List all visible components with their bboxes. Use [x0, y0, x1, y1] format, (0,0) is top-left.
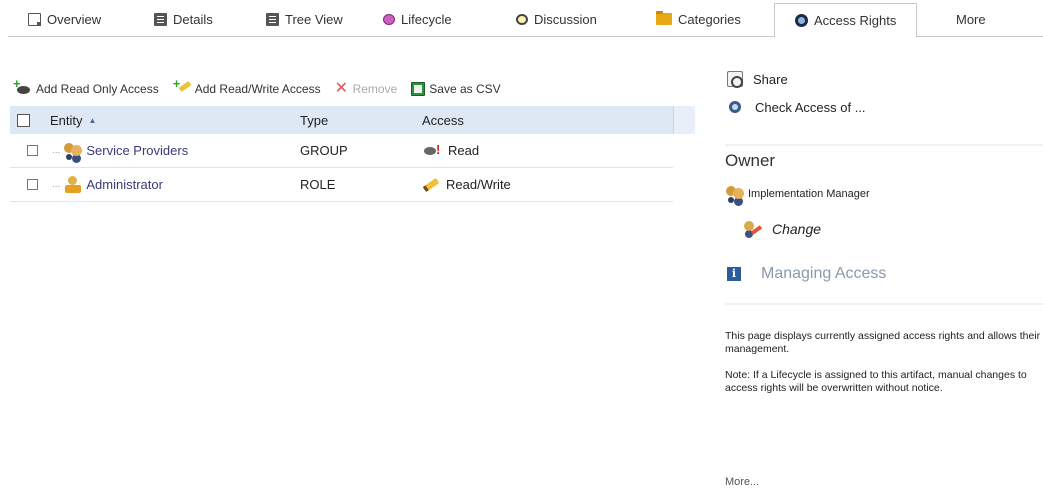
entity-link[interactable]: Service Providers [86, 143, 188, 158]
change-owner-link[interactable]: Change [742, 220, 821, 238]
edit-person-icon [742, 220, 762, 238]
info-icon: i [727, 267, 741, 281]
tab-lifecycle[interactable]: Lifecycle [383, 0, 452, 37]
divider [725, 144, 1043, 146]
remove-button[interactable]: ✕ Remove [334, 80, 398, 97]
row-checkbox-cell [10, 179, 54, 190]
row-ellipsis: ... [52, 179, 61, 190]
tab-discussion[interactable]: Discussion [516, 0, 597, 37]
group-icon [725, 185, 745, 203]
discussion-icon [516, 13, 528, 25]
button-label: Remove [352, 82, 398, 96]
table-row[interactable]: ... Administrator ROLE Read/Write [10, 168, 673, 202]
add-read-icon [13, 76, 32, 96]
type-column-header[interactable]: Type [300, 113, 422, 128]
add-read-only-access-button[interactable]: Add Read Only Access [13, 76, 159, 96]
remove-x-icon: ✕ [334, 80, 348, 97]
button-label: Add Read Only Access [36, 82, 159, 96]
tab-label: Lifecycle [401, 11, 452, 27]
button-label: Save as CSV [429, 82, 501, 96]
link-label: Change [772, 221, 822, 237]
column-label: Entity [50, 112, 83, 128]
owner-entry[interactable]: Implementation Manager [725, 185, 870, 203]
pencil-icon [422, 177, 440, 193]
type-cell: ROLE [300, 177, 336, 192]
shield-icon [795, 14, 808, 27]
row-checkbox-cell [10, 145, 54, 156]
check-access-icon [727, 99, 745, 115]
tree-view-icon [266, 12, 279, 26]
help-text: This page displays currently assigned ac… [725, 330, 1043, 408]
tab-access-rights[interactable]: Access Rights [774, 3, 918, 38]
access-label: Read/Write [446, 177, 511, 192]
link-label: Share [753, 71, 788, 87]
owner-name: Implementation Manager [748, 188, 870, 200]
role-icon [63, 175, 83, 194]
link-label: Check Access of ... [755, 99, 866, 115]
entity-column-header[interactable]: Entity ▲ [50, 113, 300, 128]
check-access-link[interactable]: Check Access of ... [727, 98, 866, 116]
heading-label: Managing Access [761, 265, 887, 282]
entity-cell: ... Service Providers [52, 142, 300, 160]
save-as-csv-button[interactable]: Save as CSV [411, 82, 501, 96]
access-label: Read [448, 143, 480, 158]
tab-label: Overview [47, 11, 102, 27]
tab-tree-view[interactable]: Tree View [266, 0, 343, 37]
spreadsheet-icon [411, 82, 426, 96]
access-cell: Read/Write [422, 177, 672, 193]
select-all-checkbox[interactable] [17, 113, 30, 127]
lifecycle-icon [383, 13, 395, 25]
entity-link[interactable]: Administrator [86, 177, 163, 192]
tab-details[interactable]: Details [154, 0, 213, 37]
tab-label: Tree View [285, 11, 343, 27]
tab-label: Discussion [534, 11, 597, 27]
tab-label: More [956, 11, 986, 27]
header-scrollbar-spacer [673, 106, 695, 134]
column-label: Type [300, 112, 329, 128]
owner-heading: Owner [725, 151, 776, 170]
more-link[interactable]: More... [725, 476, 759, 488]
tab-bar: Overview Details Tree View Lifecycle Dis… [8, 0, 1043, 38]
tab-categories[interactable]: Categories [656, 0, 741, 37]
tab-label: Details [173, 11, 213, 27]
entity-cell: ... Administrator [52, 175, 300, 194]
access-toolbar: Add Read Only Access Add Read/Write Acce… [13, 76, 515, 98]
header-checkbox-cell [10, 113, 50, 127]
overview-icon [28, 12, 41, 26]
row-checkbox[interactable] [27, 145, 38, 156]
tab-overview[interactable]: Overview [28, 0, 101, 37]
help-paragraph: This page displays currently assigned ac… [725, 330, 1043, 355]
tab-more[interactable]: More [956, 0, 986, 37]
group-icon [63, 142, 83, 160]
tab-label: Access Rights [814, 13, 897, 28]
access-column-header[interactable]: Access [422, 113, 672, 128]
row-checkbox[interactable] [27, 179, 38, 190]
read-icon [422, 142, 442, 158]
divider [725, 303, 1043, 305]
type-cell: GROUP [300, 143, 348, 158]
button-label: Add Read/Write Access [194, 82, 321, 96]
sort-ascending-icon: ▲ [88, 115, 97, 125]
share-icon [727, 71, 743, 88]
add-pencil-icon [173, 76, 191, 97]
column-label: Access [422, 112, 464, 128]
table-header: Entity ▲ Type Access [10, 106, 695, 134]
help-paragraph: Note: If a Lifecycle is assigned to this… [725, 369, 1030, 394]
details-icon [154, 12, 167, 26]
tab-label: Categories [678, 11, 741, 27]
managing-access-heading: i Managing Access [727, 265, 886, 283]
access-table: Entity ▲ Type Access ... Service Provide… [10, 106, 695, 202]
row-ellipsis: ... [52, 145, 61, 156]
folder-icon [656, 11, 672, 25]
share-link[interactable]: Share [727, 70, 788, 88]
add-read-write-access-button[interactable]: Add Read/Write Access [173, 76, 321, 97]
table-row[interactable]: ... Service Providers GROUP Read [10, 134, 673, 168]
access-cell: Read [422, 142, 672, 158]
